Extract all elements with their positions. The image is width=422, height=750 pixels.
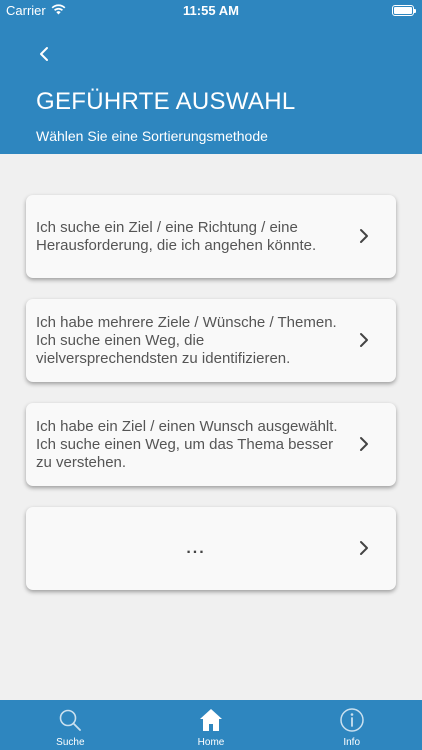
info-icon [339,707,365,733]
option-card-3[interactable]: Ich habe ein Ziel / einen Wunsch ausgewä… [26,403,396,486]
header: GEFÜHRTE AUSWAHL Wählen Sie eine Sortier… [0,22,422,154]
chevron-right-icon [360,437,368,451]
option-card-text: Ich habe ein Ziel / einen Wunsch ausgewä… [36,417,338,471]
option-card-2[interactable]: Ich habe mehrere Ziele / Wünsche / Theme… [26,299,396,382]
back-button[interactable] [32,42,56,66]
option-card-4[interactable]: ... [26,507,396,590]
option-card-text: Ich habe mehrere Ziele / Wünsche / Theme… [36,313,337,367]
status-bar: Carrier 11:55 AM [0,0,422,22]
page-subtitle: Wählen Sie eine Sortierungsmethode [36,128,268,144]
option-card-text: Ich suche ein Ziel / eine Richtung / ein… [36,218,317,254]
home-icon [198,707,224,733]
tab-label: Info [343,737,361,748]
option-card-1[interactable]: Ich suche ein Ziel / eine Richtung / ein… [26,195,396,278]
option-card-text: ... [186,539,206,557]
tab-home[interactable]: Home [141,700,282,750]
chevron-right-icon [360,229,368,243]
tab-bar: Suche Home Info [0,700,422,750]
tab-suche[interactable]: Suche [0,700,141,750]
tab-label: Home [197,737,225,748]
tab-info[interactable]: Info [281,700,422,750]
battery-icon [392,5,416,16]
chevron-right-icon [360,333,368,347]
page-title: GEFÜHRTE AUSWAHL [36,88,296,115]
search-icon [57,707,83,733]
chevron-left-icon [40,47,48,61]
chevron-right-icon [360,541,368,555]
status-time: 11:55 AM [183,3,239,18]
screen: Carrier 11:55 AM GEFÜHRTE AUSWAHL Wählen… [0,0,422,750]
tab-label: Suche [56,737,85,748]
